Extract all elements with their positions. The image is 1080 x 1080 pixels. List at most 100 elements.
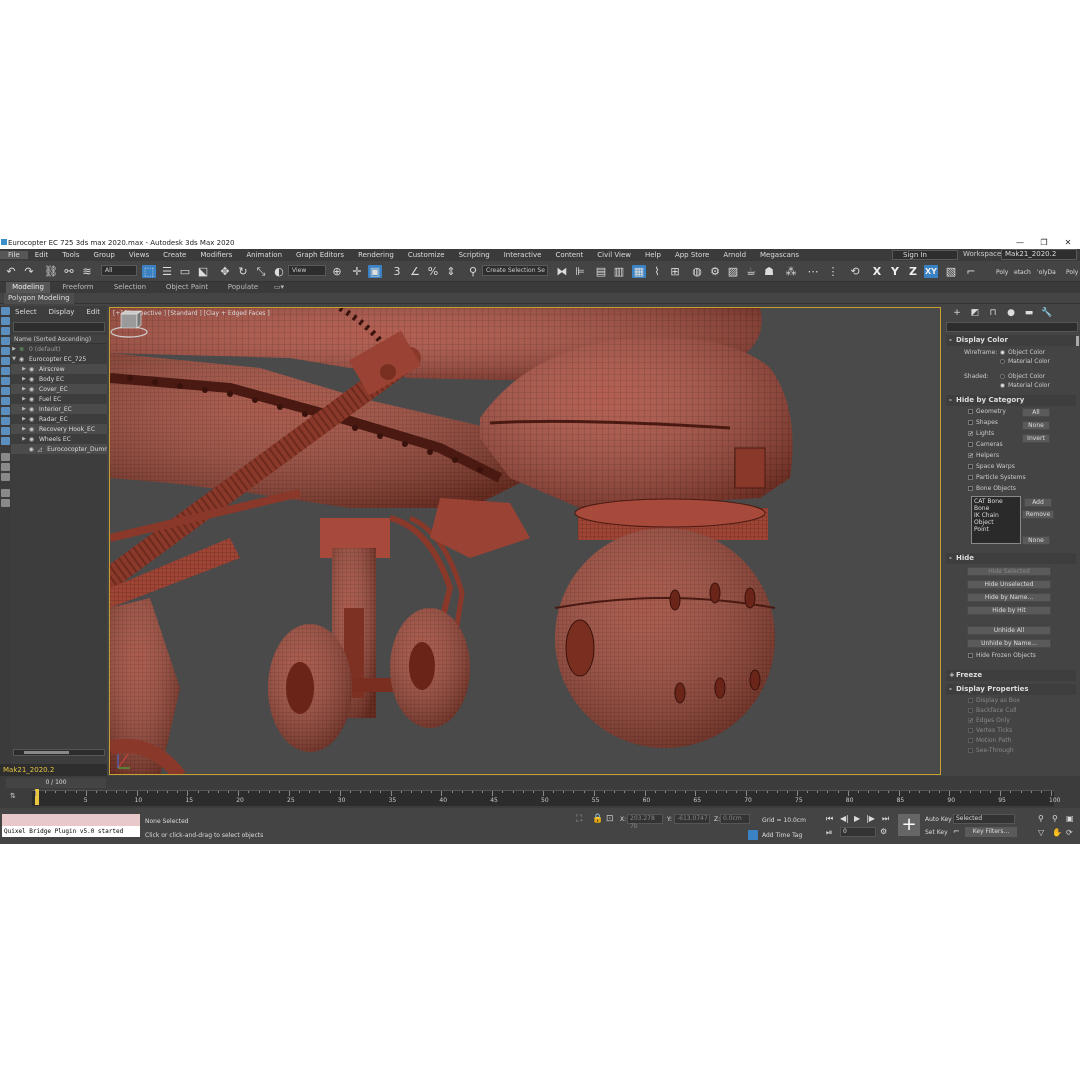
placement-icon[interactable]: ◐ xyxy=(272,265,286,278)
display-as-box-checkbox[interactable] xyxy=(968,698,973,703)
maxscript-listener-input[interactable] xyxy=(2,814,140,826)
absolute-mode-icon[interactable]: ⊡ xyxy=(606,814,614,824)
zoom-all-icon[interactable]: ⚲ xyxy=(1052,814,1058,823)
ribbon-detach-label[interactable]: etach xyxy=(1014,269,1031,276)
zoom-icon[interactable]: ⚲ xyxy=(1038,814,1044,823)
auto-key-button[interactable]: Auto Key xyxy=(925,816,952,823)
next-frame-icon[interactable]: |▶ xyxy=(866,814,875,823)
lights-filter-icon[interactable] xyxy=(1,347,10,355)
selection-filter-dropdown[interactable]: All xyxy=(101,265,137,276)
key-mode-icon[interactable]: ⏯ xyxy=(826,828,832,838)
tree-row-airscrew[interactable]: ▶ ◉ Airscrew xyxy=(11,364,107,374)
hide-by-category-header[interactable]: Hide by Category xyxy=(946,395,1076,406)
cameras-checkbox[interactable] xyxy=(968,442,973,447)
current-layer-field[interactable]: Mak21_2020.2 xyxy=(0,764,107,776)
unlink-icon[interactable]: ⚯ xyxy=(62,265,76,278)
scene-column-header[interactable]: Name (Sorted Ascending) xyxy=(11,335,107,344)
scene-menu-edit[interactable]: Edit xyxy=(86,308,100,316)
x-coordinate-field[interactable]: 203.278 7b xyxy=(627,814,663,830)
edges-only-checkbox[interactable]: ✔ xyxy=(968,718,973,724)
vertex-ticks-checkbox[interactable] xyxy=(968,728,973,733)
menu-arnold[interactable]: Arnold xyxy=(716,251,753,259)
geometry-checkbox[interactable] xyxy=(968,409,973,414)
visibility-eye-icon[interactable]: ◉ xyxy=(27,436,36,443)
menu-animation[interactable]: Animation xyxy=(239,251,289,259)
shaded-object-color-radio[interactable] xyxy=(1000,374,1005,379)
command-panel-name-field[interactable] xyxy=(946,322,1078,332)
trackbar[interactable]: 5 10 15 20 25 30 35 40 45 50 55 60 65 70 75 80 85 90 95 100 xyxy=(32,789,1060,806)
display-tab-icon[interactable]: ▬ xyxy=(1020,308,1038,318)
axis-z-button[interactable]: Z xyxy=(906,265,920,278)
select-object-icon[interactable]: ⬚ xyxy=(142,265,156,278)
scale-icon[interactable]: ⤡ xyxy=(254,265,268,278)
maximize-button[interactable]: ❐ xyxy=(1032,238,1056,247)
y-coordinate-field[interactable]: -613.0747 xyxy=(674,814,710,824)
tree-row-body[interactable]: ▶ ◉ Body EC xyxy=(11,374,107,384)
bind-space-warp-icon[interactable]: ≋ xyxy=(80,265,94,278)
ribbon-options-icon[interactable]: ▭▾ xyxy=(272,282,286,293)
hide-header[interactable]: Hide xyxy=(946,553,1076,564)
workspace-dropdown[interactable]: Mak21_2020.2 xyxy=(1001,249,1077,260)
current-frame-field[interactable]: 0 xyxy=(840,827,876,837)
category-all-button[interactable]: All xyxy=(1022,408,1050,417)
tab-object-paint[interactable]: Object Paint xyxy=(160,282,214,293)
ribbon-polydata-label[interactable]: 'olyDa xyxy=(1037,269,1056,276)
menu-scripting[interactable]: Scripting xyxy=(452,251,497,259)
tree-row-fuel[interactable]: ▶ ◉ Fuel EC xyxy=(11,394,107,404)
layer-explorer-icon[interactable]: ▥ xyxy=(612,265,626,278)
geometry-filter-icon[interactable] xyxy=(1,327,10,335)
menu-create[interactable]: Create xyxy=(156,251,193,259)
menu-edit[interactable]: Edit xyxy=(28,251,56,259)
shapes-filter-icon[interactable] xyxy=(1,337,10,345)
keyboard-shortcut-override-icon[interactable]: ▣ xyxy=(368,265,382,278)
utilities-tab-icon[interactable]: 🔧 xyxy=(1038,308,1056,318)
scene-explorer-icon[interactable]: ▤ xyxy=(594,265,608,278)
hierarchy-icon[interactable] xyxy=(1,453,10,461)
xrefs-filter-icon[interactable] xyxy=(1,397,10,405)
pan-icon[interactable]: ✋ xyxy=(1052,828,1062,837)
perspective-viewport[interactable]: [+] [Perspective ] [Standard ] [Clay + E… xyxy=(109,307,941,775)
menu-views[interactable]: Views xyxy=(122,251,156,259)
cameras-filter-icon[interactable] xyxy=(1,357,10,365)
menu-tools[interactable]: Tools xyxy=(55,251,86,259)
groups-filter-icon[interactable] xyxy=(1,387,10,395)
wireframe-material-color-radio[interactable] xyxy=(1000,359,1005,364)
curve-editor-icon[interactable]: ⌇ xyxy=(650,265,664,278)
category-remove-button[interactable]: Remove xyxy=(1022,510,1054,519)
create-tab-icon[interactable]: + xyxy=(948,308,966,318)
menu-rendering[interactable]: Rendering xyxy=(351,251,401,259)
menu-group[interactable]: Group xyxy=(87,251,122,259)
select-manipulate-icon[interactable]: ✛ xyxy=(350,265,364,278)
menu-interactive[interactable]: Interactive xyxy=(497,251,549,259)
category-list-item[interactable]: CAT Bone xyxy=(974,498,1018,505)
snaps-toggle-icon[interactable]: 3 xyxy=(390,265,404,278)
menu-megascans[interactable]: Megascans xyxy=(753,251,806,259)
hide-by-name-button[interactable]: Hide by Name... xyxy=(967,593,1051,602)
hide-frozen-checkbox[interactable] xyxy=(968,653,973,658)
shapes-checkbox[interactable] xyxy=(968,420,973,425)
axis-y-button[interactable]: Y xyxy=(888,265,902,278)
backface-cull-checkbox[interactable] xyxy=(968,708,973,713)
key-filters-button[interactable]: Key Filters... xyxy=(965,827,1017,837)
space-warps-checkbox[interactable] xyxy=(968,464,973,469)
z-coordinate-field[interactable]: 0.0cm xyxy=(720,814,750,824)
set-key-button[interactable]: Set Key xyxy=(925,829,948,836)
maxscript-listener-output[interactable]: Quixel Bridge Plugin v5.0 started xyxy=(2,826,140,837)
menu-customize[interactable]: Customize xyxy=(401,251,452,259)
category-none-button[interactable]: None xyxy=(1022,421,1050,430)
tree-row-interior[interactable]: ▶ ◉ Interior_EC xyxy=(11,404,107,414)
sort-icon[interactable] xyxy=(1,473,10,481)
tab-populate[interactable]: Populate xyxy=(220,282,266,293)
ribbon-poly-label[interactable]: Poly xyxy=(996,269,1008,276)
sign-in-dropdown[interactable]: Sign In xyxy=(892,250,958,260)
rectangular-selection-icon[interactable]: ▭ xyxy=(178,265,192,278)
angle-snap-icon[interactable]: ∠ xyxy=(408,265,422,278)
render-iterative-icon[interactable]: ☗ xyxy=(762,265,776,278)
freeze-header[interactable]: Freeze xyxy=(946,670,1076,681)
redo-icon[interactable]: ↷ xyxy=(22,265,36,278)
visibility-eye-icon[interactable]: ◉ xyxy=(27,406,36,413)
tree-row-cover[interactable]: ▶ ◉ Cover_EC xyxy=(11,384,107,394)
layers-icon[interactable] xyxy=(1,463,10,471)
go-to-start-icon[interactable]: ⏮ xyxy=(826,814,833,824)
play-icon[interactable]: ▶ xyxy=(854,814,860,823)
